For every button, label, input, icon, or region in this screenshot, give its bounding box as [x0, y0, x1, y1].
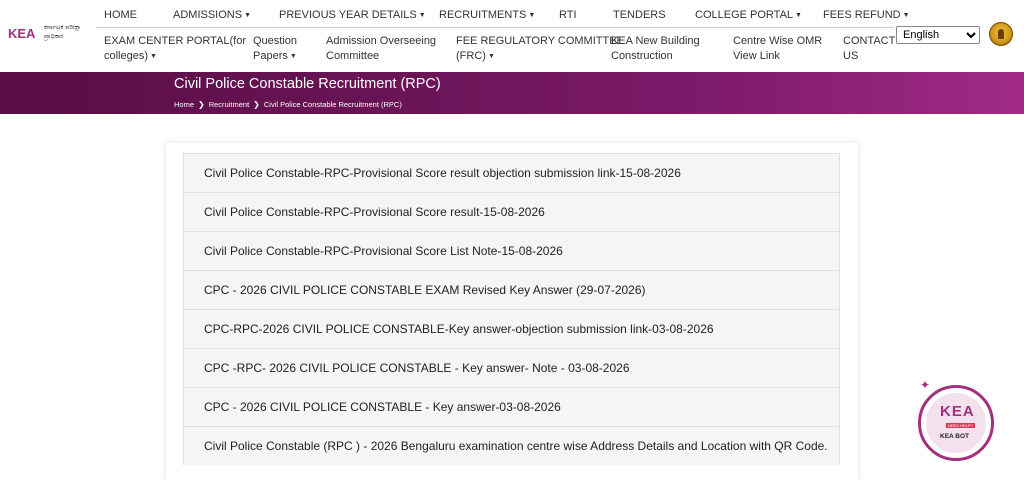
- caret-down-icon: ▼: [795, 12, 802, 19]
- nav-divider: [96, 27, 894, 28]
- caret-down-icon: ▼: [487, 53, 495, 60]
- nav-item-line1: Centre Wise OMR: [733, 35, 823, 47]
- nav-item-label: ADMISSIONS: [173, 9, 243, 21]
- kea-bot-badge: KEA NEED HELP? KEA BOT: [926, 393, 986, 453]
- list-item-link[interactable]: Civil Police Constable-RPC-Provisional S…: [204, 166, 681, 180]
- site-header: KEA ಕರ್ನಾಟಕ ಪರೀಕ್ಷಾ ಪ್ರಾಧಿಕಾರ HOME ADMISS…: [0, 0, 1024, 72]
- chevron-right-icon: ❯: [198, 100, 205, 109]
- list-item-link[interactable]: CPC - 2026 CIVIL POLICE CONSTABLE EXAM R…: [204, 283, 646, 297]
- nav-item-line2: colleges): [104, 50, 149, 62]
- karnataka-emblem-icon: [989, 22, 1013, 46]
- nav-item-line1: CONTACT: [843, 35, 896, 47]
- language-select[interactable]: English: [896, 26, 980, 44]
- nav-item-line2: View Link: [733, 50, 780, 62]
- nav-item-rti[interactable]: RTI: [559, 9, 577, 21]
- kea-logo-kannada-line2: ಪ್ರಾಧಿಕಾರ: [44, 32, 64, 40]
- breadcrumb-recruitment[interactable]: Recruitment: [209, 100, 249, 109]
- caret-down-icon: ▼: [289, 53, 297, 60]
- nav-item-admissions[interactable]: ADMISSIONS ▼: [173, 9, 251, 21]
- nav-item-centre-wise-omr-view-link[interactable]: Centre Wise OMR View Link: [733, 34, 822, 64]
- nav-item-college-portal[interactable]: COLLEGE PORTAL ▼: [695, 9, 802, 21]
- caret-down-icon: ▼: [418, 12, 426, 19]
- nav-item-line1: Question: [253, 35, 298, 47]
- nav-item-label: HOME: [104, 9, 137, 21]
- list-item-link[interactable]: CPC-RPC-2026 CIVIL POLICE CONSTABLE-Key …: [204, 322, 714, 336]
- list-item-link[interactable]: Civil Police Constable-RPC-Provisional S…: [204, 205, 545, 219]
- list-item-link[interactable]: CPC -RPC- 2026 CIVIL POLICE CONSTABLE - …: [204, 361, 630, 375]
- nav-item-previous-year-details[interactable]: PREVIOUS YEAR DETAILS ▼: [279, 9, 426, 21]
- nav-item-line1: EXAM CENTER PORTAL(for: [104, 35, 247, 47]
- list-item-link[interactable]: CPC - 2026 CIVIL POLICE CONSTABLE - Key …: [204, 400, 561, 414]
- list-item[interactable]: Civil Police Constable (RPC ) - 2026 Ben…: [183, 426, 840, 465]
- list-item[interactable]: CPC - 2026 CIVIL POLICE CONSTABLE EXAM R…: [183, 270, 840, 309]
- list-item-link[interactable]: Civil Police Constable-RPC-Provisional S…: [204, 244, 563, 258]
- nav-item-line2: Construction: [611, 50, 673, 62]
- recruitment-list: Civil Police Constable-RPC-Provisional S…: [183, 153, 840, 465]
- nav-item-line1: Admission Overseeing: [326, 35, 437, 47]
- nav-item-line1: FEE REGULATORY COMMITTEE: [456, 35, 624, 47]
- nav-item-line2: (FRC): [456, 50, 486, 62]
- nav-item-line1: KEA New Building: [611, 35, 700, 47]
- breadcrumb-current: Civil Police Constable Recruitment (RPC): [263, 100, 402, 109]
- nav-item-recruitments[interactable]: RECRUITMENTS ▼: [439, 9, 535, 21]
- caret-down-icon: ▼: [528, 12, 536, 19]
- page-title: Civil Police Constable Recruitment (RPC): [174, 76, 441, 92]
- nav-item-label: COLLEGE PORTAL: [695, 9, 794, 21]
- nav-item-admission-overseeing-committee[interactable]: Admission Overseeing Committee: [326, 34, 436, 64]
- nav-item-label: TENDERS: [613, 9, 666, 21]
- nav-item-fee-regulatory-committee-frc[interactable]: FEE REGULATORY COMMITTEE (FRC) ▼: [456, 34, 624, 64]
- kea-logo-letters: KEA: [8, 26, 36, 41]
- nav-item-question-papers[interactable]: Question Papers ▼: [253, 34, 297, 64]
- breadcrumb: Home ❯ Recruitment ❯ Civil Police Constable …: [174, 100, 402, 109]
- nav-item-line2: Committee: [326, 50, 380, 62]
- nav-item-label: RTI: [559, 9, 577, 21]
- caret-down-icon: ▼: [902, 12, 910, 19]
- caret-down-icon: ▼: [244, 12, 252, 19]
- list-item[interactable]: Civil Police Constable-RPC-Provisional S…: [183, 192, 840, 231]
- kea-bot-button[interactable]: KEA NEED HELP? KEA BOT: [918, 385, 994, 461]
- nav-item-label: PREVIOUS YEAR DETAILS: [279, 9, 417, 21]
- nav-item-exam-center-portal-for-colleges[interactable]: EXAM CENTER PORTAL(for colleges) ▼: [104, 34, 246, 64]
- nav-item-label: RECRUITMENTS: [439, 9, 527, 21]
- list-item[interactable]: Civil Police Constable-RPC-Provisional S…: [183, 153, 840, 192]
- kea-logo-kannada-line1: ಕರ್ನಾಟಕ ಪರೀಕ್ಷಾ: [44, 23, 82, 31]
- nav-item-contact-us[interactable]: CONTACT US: [843, 34, 895, 64]
- kea-logo[interactable]: KEA ಕರ್ನಾಟಕ ಪರೀಕ್ಷಾ ಪ್ರಾಧಿಕಾರ: [8, 20, 90, 50]
- list-item[interactable]: Civil Police Constable-RPC-Provisional S…: [183, 231, 840, 270]
- kea-bot-letters: KEA: [940, 403, 975, 420]
- caret-down-icon: ▼: [150, 53, 157, 60]
- kea-logo-kannada: ಕರ್ನಾಟಕ ಪರೀಕ್ಷಾ ಪ್ರಾಧಿಕಾರ: [44, 23, 94, 41]
- kea-bot-label: KEA BOT: [940, 433, 970, 440]
- list-item[interactable]: CPC - 2026 CIVIL POLICE CONSTABLE - Key …: [183, 387, 840, 426]
- nav-item-fees-refund[interactable]: FEES REFUND ▼: [823, 9, 910, 21]
- breadcrumb-home[interactable]: Home: [174, 100, 194, 109]
- nav-item-tenders[interactable]: TENDERS: [613, 9, 666, 21]
- list-item[interactable]: CPC-RPC-2026 CIVIL POLICE CONSTABLE-Key …: [183, 309, 840, 348]
- nav-item-home[interactable]: HOME: [104, 9, 137, 21]
- nav-item-label: FEES REFUND: [823, 9, 901, 21]
- list-item-link[interactable]: Civil Police Constable (RPC ) - 2026 Ben…: [204, 439, 828, 453]
- list-item[interactable]: CPC -RPC- 2026 CIVIL POLICE CONSTABLE - …: [183, 348, 840, 387]
- page-banner: Civil Police Constable Recruitment (RPC)…: [0, 72, 1024, 114]
- kea-logo-mark: KEA: [8, 20, 40, 48]
- nav-item-line2: US: [843, 50, 859, 62]
- sparkle-icon: ✦: [920, 378, 931, 392]
- kea-bot-need-help: NEED HELP?: [946, 423, 975, 428]
- chevron-right-icon: ❯: [253, 100, 260, 109]
- nav-item-kea-new-building-construction[interactable]: KEA New Building Construction: [611, 34, 700, 64]
- nav-item-line2: Papers: [253, 50, 288, 62]
